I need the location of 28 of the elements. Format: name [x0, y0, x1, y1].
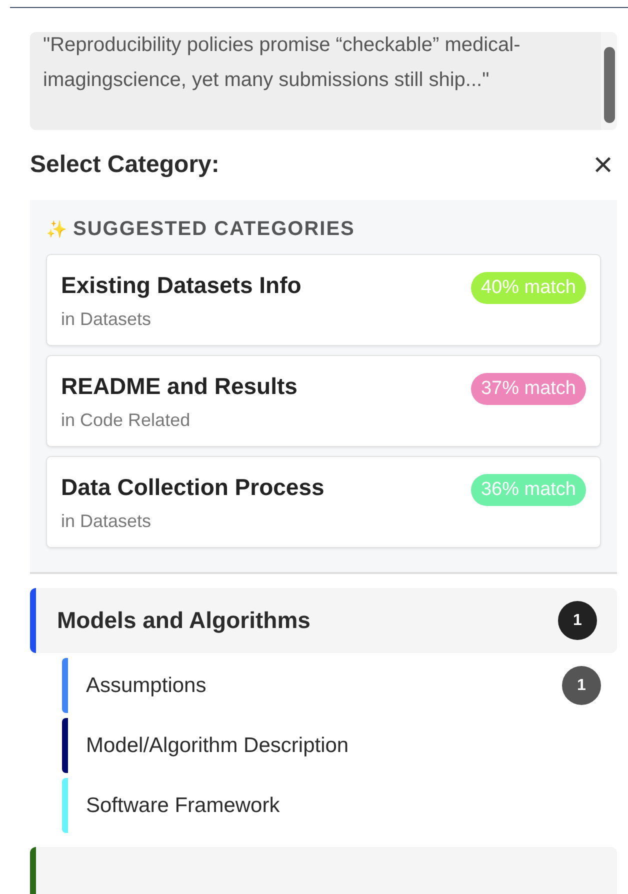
suggestion-card[interactable]: README and Results in Code Related 37% match — [46, 355, 601, 447]
section-heading: SUGGESTED CATEGORIES — [73, 218, 355, 241]
subcategory-name: Assumptions — [86, 674, 206, 698]
subcategory-item[interactable]: Software Framework — [62, 778, 601, 833]
subcategory-name: Software Framework — [86, 794, 280, 818]
quote-text: "Reproducibility policies promise “checkable” medical-imagingscience, yet many submissions still ship..." — [42, 33, 522, 93]
count-badge: 1 — [562, 666, 601, 705]
category-header[interactable]: Models and Algorithms 1 — [30, 588, 617, 653]
count-badge: 1 — [558, 601, 597, 640]
parent-category: in Code Related — [61, 410, 192, 431]
suggestion-card[interactable]: Existing Datasets Info in Datasets 40% match — [46, 254, 601, 346]
close-button[interactable]: × — [589, 150, 617, 180]
parent-category: in Datasets — [61, 309, 152, 330]
suggestion-card[interactable]: Data Collection Process in Datasets 36% match — [46, 456, 601, 548]
sparkles-icon: ✨ — [46, 219, 67, 240]
match-badge: 40% match — [470, 272, 586, 304]
category-name: Data Collection Process — [61, 474, 324, 501]
category-name: Models and Algorithms — [57, 607, 310, 634]
match-badge: 36% match — [470, 474, 586, 506]
subcategory-item[interactable]: Model/Algorithm Description — [62, 718, 601, 773]
category-name: Existing Datasets Info — [61, 272, 302, 299]
subcategory-name: Model/Algorithm Description — [86, 734, 349, 758]
match-badge: 37% match — [470, 373, 586, 405]
dialog-title: Select Category: — [30, 151, 220, 179]
parent-category: in Datasets — [61, 511, 152, 532]
scrollbar-thumb[interactable] — [604, 47, 614, 123]
subcategory-item[interactable]: Assumptions 1 — [62, 658, 601, 713]
category-name: README and Results — [61, 373, 298, 400]
